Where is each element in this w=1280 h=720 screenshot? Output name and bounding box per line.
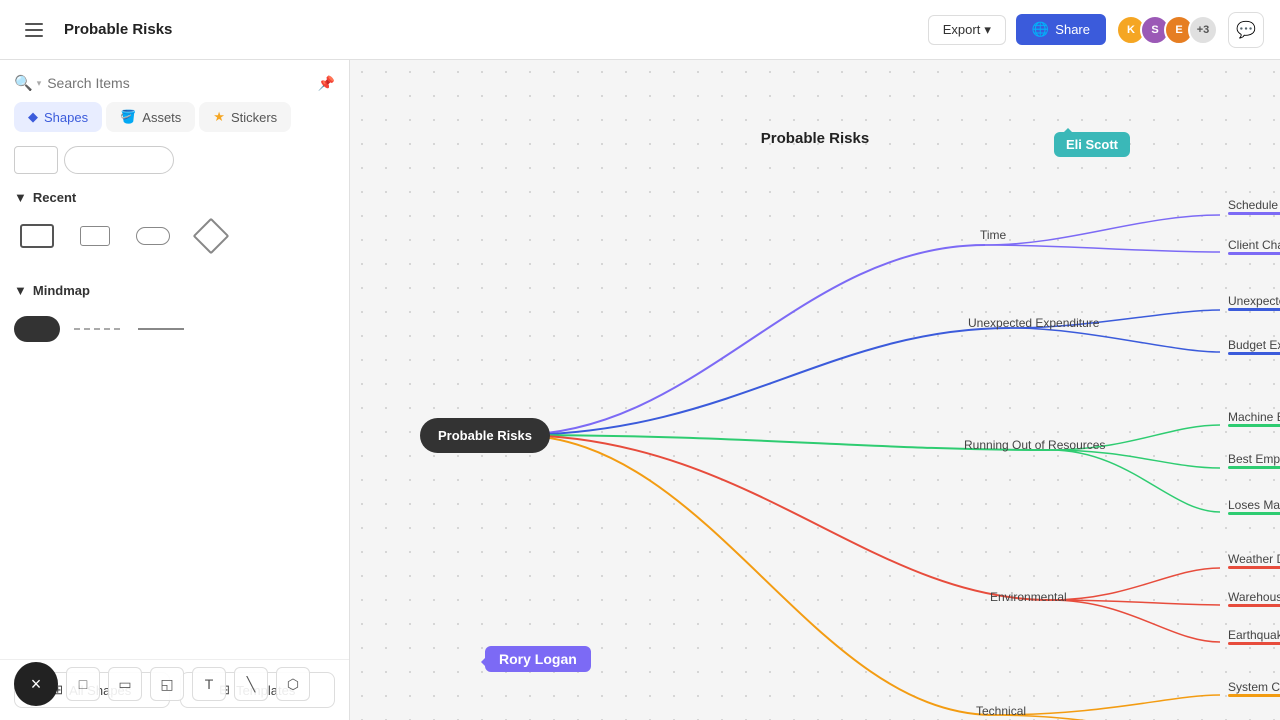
mindmap-svg bbox=[350, 60, 1280, 720]
leaf-system-crash: System Crash bbox=[1228, 680, 1280, 694]
bar-client-changes bbox=[1228, 252, 1280, 255]
bar-best-employee bbox=[1228, 466, 1280, 469]
rectangle-icon bbox=[20, 224, 54, 248]
bar-machine-breakdown bbox=[1228, 424, 1280, 427]
bar-weather bbox=[1228, 566, 1280, 569]
branch-technical: Technical bbox=[976, 704, 1026, 718]
leaf-budget-exceeded: Budget Exceeded bbox=[1228, 338, 1280, 352]
assets-icon: 🪣 bbox=[120, 109, 136, 125]
recent-shapes-grid bbox=[0, 213, 349, 273]
mindmap-oval-shape[interactable] bbox=[14, 306, 60, 352]
search-bar: 🔍 ▾ 📌 bbox=[0, 60, 349, 102]
shape-diamond[interactable] bbox=[188, 213, 234, 259]
tool-frame[interactable]: ▭ bbox=[108, 667, 142, 701]
leaf-schedule-overruns: Schedule Overruns bbox=[1228, 198, 1280, 212]
branch-time: Time bbox=[980, 228, 1006, 242]
branch-environmental: Environmental bbox=[990, 590, 1067, 604]
leaf-warehouse: Warehouse Flooded bbox=[1228, 590, 1280, 604]
share-button[interactable]: 🌐 Share bbox=[1016, 14, 1106, 45]
bar-earthquake bbox=[1228, 642, 1280, 645]
menu-button[interactable] bbox=[16, 12, 52, 48]
tab-assets[interactable]: 🪣 Assets bbox=[106, 102, 195, 132]
bar-loses-supplier bbox=[1228, 512, 1280, 515]
sidebar: 🔍 ▾ 📌 ◆ Shapes 🪣 Assets ★ Stickers bbox=[0, 60, 350, 720]
canvas[interactable]: Probable Risks bbox=[350, 60, 1280, 720]
oval-icon bbox=[14, 316, 60, 342]
shape-pill-item[interactable] bbox=[130, 213, 176, 259]
globe-icon: 🌐 bbox=[1032, 21, 1049, 38]
chevron-down-icon: ▾ bbox=[984, 22, 991, 38]
section-recent[interactable]: ▼ Recent bbox=[0, 184, 349, 213]
hamburger-icon bbox=[25, 23, 43, 37]
shape-pill-wide[interactable] bbox=[64, 146, 174, 174]
canvas-title: Probable Risks bbox=[761, 130, 869, 147]
leaf-machine-breakdown: Machine Breakdown bbox=[1228, 410, 1280, 424]
header-actions: Export ▾ 🌐 Share K S E +3 💬 bbox=[928, 12, 1264, 48]
shape-quick-row bbox=[0, 142, 349, 184]
stickers-icon: ★ bbox=[213, 109, 225, 125]
comment-button[interactable]: 💬 bbox=[1228, 12, 1264, 48]
mindmap-section-title[interactable]: ▼ Mindmap bbox=[0, 277, 349, 306]
bar-system-crash bbox=[1228, 694, 1280, 697]
tool-text[interactable]: T bbox=[192, 667, 226, 701]
collaborator-avatars: K S E +3 bbox=[1116, 15, 1218, 45]
branch-running-out: Running Out of Resources bbox=[964, 438, 1105, 452]
pill-icon bbox=[136, 227, 170, 245]
mindmap-solid-shape[interactable] bbox=[138, 306, 184, 352]
shape-rectangle[interactable] bbox=[14, 213, 60, 259]
dashed-icon bbox=[74, 328, 124, 330]
bar-warehouse bbox=[1228, 604, 1280, 607]
shapes-icon: ◆ bbox=[28, 109, 38, 125]
search-icon: 🔍 bbox=[14, 74, 33, 92]
rectangle-sm-icon bbox=[80, 226, 110, 246]
comment-icon: 💬 bbox=[1236, 20, 1256, 40]
bar-unexpected-expenditure bbox=[1228, 308, 1280, 311]
section-mindmap: ▼ Mindmap bbox=[0, 277, 349, 366]
shape-rectangle-sm[interactable] bbox=[72, 213, 118, 259]
shape-pill-small[interactable] bbox=[14, 146, 58, 174]
tool-container[interactable]: ◱ bbox=[150, 667, 184, 701]
bar-budget-exceeded bbox=[1228, 352, 1280, 355]
diamond-icon bbox=[193, 218, 230, 255]
solid-line-icon bbox=[138, 328, 184, 330]
pin-icon[interactable]: 📌 bbox=[318, 75, 335, 92]
leaf-loses-supplier: Loses Main Raw Material Supplier bbox=[1228, 498, 1280, 512]
search-input[interactable] bbox=[47, 75, 311, 91]
document-title: Probable Risks bbox=[64, 21, 916, 38]
tab-bar: ◆ Shapes 🪣 Assets ★ Stickers bbox=[0, 102, 349, 142]
cursor-eli-scott: Eli Scott bbox=[1054, 132, 1130, 157]
mindmap-dashed-shape[interactable] bbox=[76, 306, 122, 352]
bar-schedule-overruns bbox=[1228, 212, 1280, 215]
leaf-earthquake: Earthquake/Storms bbox=[1228, 628, 1280, 642]
export-button[interactable]: Export ▾ bbox=[928, 15, 1006, 45]
tab-stickers[interactable]: ★ Stickers bbox=[199, 102, 291, 132]
avatar-overflow: +3 bbox=[1188, 15, 1218, 45]
header: Probable Risks Export ▾ 🌐 Share K S E +3… bbox=[0, 0, 1280, 60]
branch-unexpected-expenditure: Unexpected Expenditure bbox=[968, 316, 1099, 330]
bottom-toolbar: × □ ▭ ◱ T ╲ ⬡ bbox=[14, 662, 310, 706]
tab-shapes[interactable]: ◆ Shapes bbox=[14, 102, 102, 132]
chevron-down-icon: ▼ bbox=[14, 190, 27, 205]
tool-square[interactable]: □ bbox=[66, 667, 100, 701]
mindmap-shapes-row bbox=[0, 306, 349, 366]
close-button[interactable]: × bbox=[14, 662, 58, 706]
leaf-best-employee: Best Employee Quits Suddenly bbox=[1228, 452, 1280, 466]
leaf-weather: Weather Delays Progress bbox=[1228, 552, 1280, 566]
tool-line[interactable]: ╲ bbox=[234, 667, 268, 701]
tool-pointer[interactable]: ⬡ bbox=[276, 667, 310, 701]
search-dropdown-icon: ▾ bbox=[37, 78, 42, 89]
chevron-down-icon: ▼ bbox=[14, 283, 27, 298]
main-layout: 🔍 ▾ 📌 ◆ Shapes 🪣 Assets ★ Stickers bbox=[0, 60, 1280, 720]
leaf-unexpected-expenditure: Unexpected Expenditure bbox=[1228, 294, 1280, 308]
center-node[interactable]: Probable Risks bbox=[420, 418, 550, 453]
leaf-client-changes: Client Changes the Deadline bbox=[1228, 238, 1280, 252]
cursor-rory-logan: Rory Logan bbox=[485, 646, 591, 672]
close-icon: × bbox=[31, 674, 42, 695]
search-icon-wrap: 🔍 ▾ bbox=[14, 74, 41, 92]
